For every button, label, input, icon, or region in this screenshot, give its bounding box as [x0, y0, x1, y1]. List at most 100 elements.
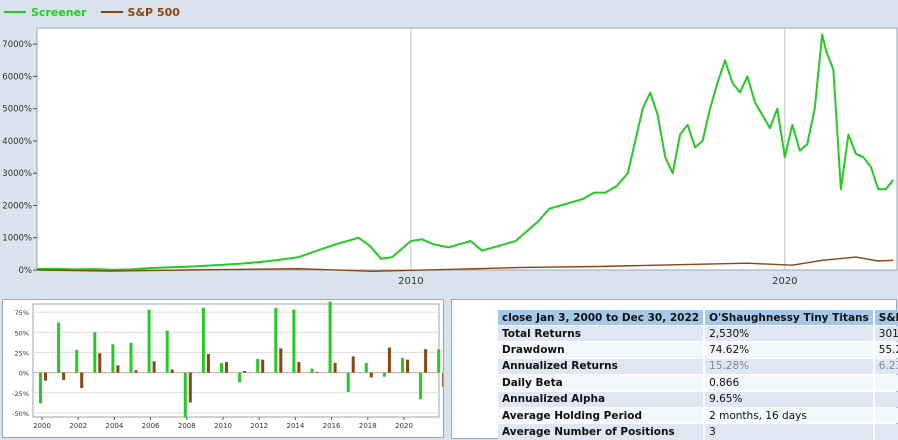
bar-sp500-2019	[387, 347, 391, 373]
stats-row-sp500-value: 55.2%	[874, 342, 898, 358]
y-tick-label-1000: 1000%	[2, 234, 32, 244]
stats-header-row: close Jan 3, 2000 to Dec 30, 2022 O'Shau…	[498, 310, 898, 325]
bar-y-tick-label-50: 50%	[15, 329, 29, 337]
bar-sp500-2011	[243, 370, 247, 373]
stats-row-label: Average Number of Positions	[498, 424, 706, 440]
stats-row-screener-value: 74.62%	[705, 342, 875, 358]
bar-screener-2015	[310, 368, 314, 373]
bar-screener-2018	[364, 362, 368, 373]
bar-sp500-2008	[188, 372, 192, 403]
bar-screener-2014	[292, 309, 296, 373]
stats-row-label: Average Holding Period	[498, 407, 706, 424]
x-tick-label-2010: 2010	[398, 276, 423, 287]
stats-row: Average Number of Positions 3	[498, 424, 898, 440]
annual-returns-panel: -50% -25% 0% 25% 50% 75% 2000 2002 2004 2006 2008 2…	[2, 299, 444, 438]
bar-screener-2003	[93, 332, 97, 373]
stats-row-screener-value: 2,530%	[705, 326, 875, 342]
legend-item-sp500[interactable]: S&P 500	[100, 5, 180, 19]
bar-screener-2021	[419, 372, 423, 400]
y-tick-label-2000: 2000%	[2, 201, 32, 211]
bar-screener-2017	[346, 372, 350, 392]
bar-sp500-2004	[116, 365, 120, 373]
stats-row-sp500-value	[874, 407, 898, 424]
bar-sp500-2015	[315, 371, 319, 373]
bar-x-tick-label-2000: 2000	[33, 422, 51, 430]
stats-row: Daily Beta 0.866	[498, 375, 898, 391]
y-tick-label-4000: 4000%	[2, 137, 32, 147]
plot-area	[36, 27, 898, 271]
bar-sp500-2017	[351, 356, 355, 373]
legend-label-sp500: S&P 500	[127, 5, 180, 19]
bar-y-tick-label-25: 25%	[15, 349, 29, 357]
bar-x-tick-label-2006: 2006	[142, 422, 160, 430]
bar-x-tick-label-2010: 2010	[214, 422, 232, 430]
stats-row-label: Annualized Returns	[498, 358, 706, 375]
bar-sp500-2014	[297, 362, 301, 373]
stats-header-sp500: S&P 500	[874, 310, 898, 325]
y-tick-label-3000: 3000%	[2, 169, 32, 179]
bar-sp500-2001	[62, 372, 66, 380]
bar-y-tick-label-75: 75%	[15, 309, 29, 317]
stats-row-screener-value: 0.866	[705, 375, 875, 391]
bar-x-tick-label-2014: 2014	[286, 422, 304, 430]
bar-screener-2011	[238, 372, 242, 383]
bar-sp500-2000	[44, 372, 47, 381]
bar-x-tick-label-2020: 2020	[395, 422, 413, 430]
bar-sp500-2009	[206, 354, 210, 373]
stats-row-screener-value: 2 months, 16 days	[705, 407, 875, 424]
bar-screener-2002	[75, 350, 79, 373]
bar-screener-2000	[39, 372, 42, 404]
bar-y-tick-label-0: 0%	[19, 370, 29, 378]
bar-x-tick-label-2002: 2002	[69, 422, 87, 430]
stats-row-sp500-value: 301.5%	[874, 326, 898, 342]
bar-screener-2019	[382, 372, 386, 377]
bar-screener-2006	[147, 309, 151, 373]
stats-row-sp500-value	[874, 391, 898, 407]
bar-y-tick-label--25: -25%	[12, 390, 29, 398]
stats-row: Annualized Alpha 9.65%	[498, 391, 898, 407]
bar-sp500-2018	[369, 372, 373, 378]
bar-sp500-2007	[170, 369, 174, 373]
cumulative-return-chart: 2010 2020 0% 1000% 2000% 3000% 4000% 5000% 6000%…	[2, 27, 898, 287]
y-tick-label-7000: 7000%	[2, 40, 32, 50]
bar-screener-2001	[57, 322, 61, 373]
bar-sp500-2002	[80, 372, 84, 388]
annual-returns-chart: -50% -25% 0% 25% 50% 75% 2000 2002 2004 2006 2008 2…	[12, 301, 443, 430]
stats-row-label: Daily Beta	[498, 375, 706, 391]
bar-screener-2013	[274, 308, 278, 373]
bar-screener-2020	[401, 358, 404, 373]
bar-x-tick-label-2016: 2016	[323, 422, 341, 430]
legend-swatch-screener	[4, 11, 26, 13]
bar-sp500-2016	[333, 362, 337, 373]
stats-row: Average Holding Period 2 months, 16 days	[498, 407, 898, 424]
bar-sp500-2013	[279, 348, 283, 373]
bar-screener-2009	[201, 308, 205, 373]
stats-row-screener-value: 9.65%	[705, 391, 875, 407]
bar-x-tick-label-2008: 2008	[178, 422, 196, 430]
stats-row-sp500-value	[874, 375, 898, 391]
bar-screener-2008	[183, 372, 187, 417]
bar-x-tick-label-2012: 2012	[250, 422, 268, 430]
stats-row-screener-value: 3	[705, 424, 875, 440]
stats-row-screener-value: 15.28%	[705, 358, 875, 375]
bar-sp500-2020	[406, 359, 409, 373]
stats-row-sp500-value: 6.23%	[874, 358, 898, 375]
legend-swatch-sp500	[100, 11, 123, 13]
bar-screener-2022	[437, 349, 441, 373]
x-tick-label-2020: 2020	[772, 276, 797, 287]
bar-x-tick-label-2004: 2004	[105, 422, 123, 430]
bar-screener-2012	[256, 358, 260, 373]
y-tick-label-6000: 6000%	[2, 72, 32, 82]
performance-stats-panel: close Jan 3, 2000 to Dec 30, 2022 O'Shau…	[451, 299, 898, 440]
performance-stats-table: close Jan 3, 2000 to Dec 30, 2022 O'Shau…	[498, 309, 898, 440]
bar-screener-2004	[111, 344, 115, 373]
bar-sp500-2012	[261, 359, 265, 373]
bar-y-tick-label--50: -50%	[12, 410, 29, 418]
legend-label-screener: Screener	[31, 5, 87, 19]
stats-header-period: close Jan 3, 2000 to Dec 30, 2022	[498, 310, 706, 325]
chart-legend: Screener S&P 500	[4, 4, 180, 20]
stats-row: Drawdown74.62%55.2%	[498, 342, 898, 358]
bar-screener-2010	[220, 362, 223, 373]
legend-item-screener[interactable]: Screener	[4, 6, 87, 19]
bar-screener-2005	[129, 342, 133, 373]
